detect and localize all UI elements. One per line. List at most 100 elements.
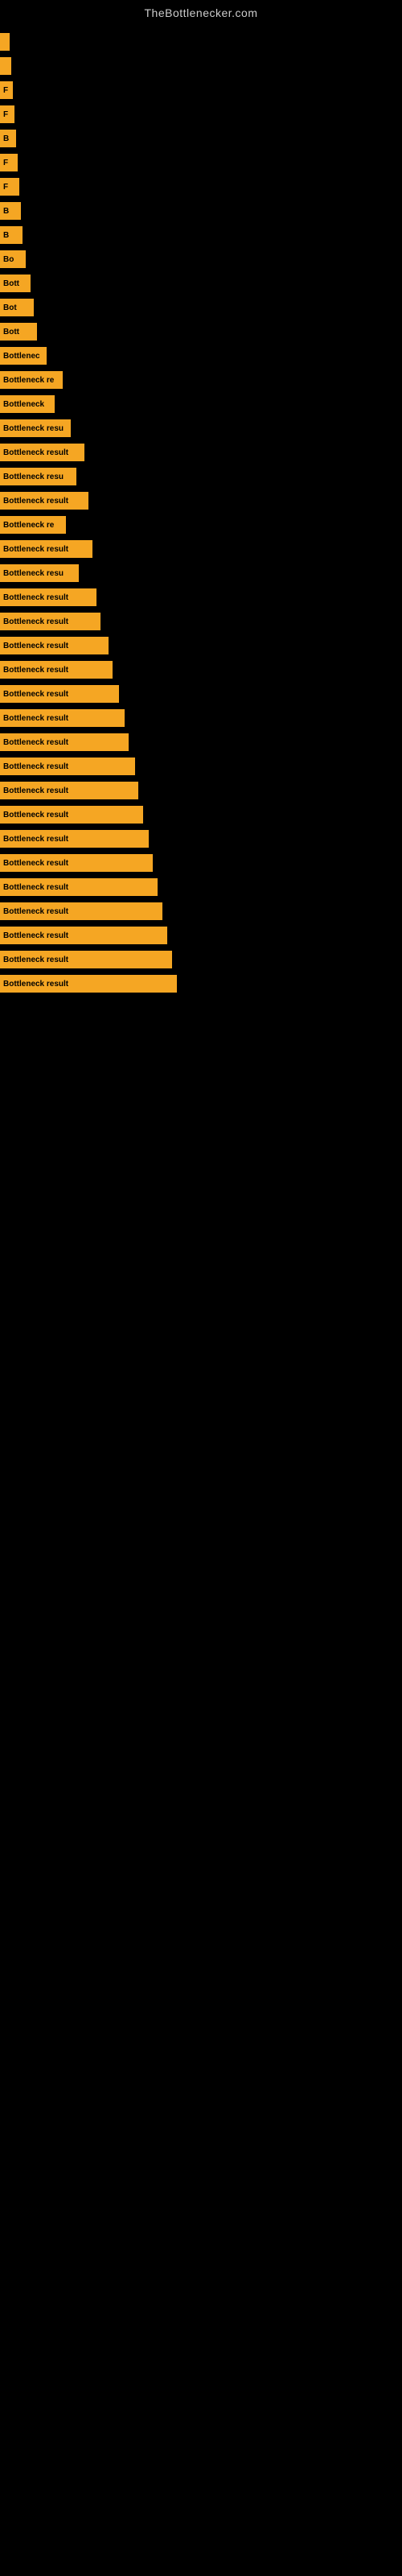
bar-row: Bott [0, 320, 402, 343]
bar-row: Bottleneck result [0, 658, 402, 681]
bar-label: Bottleneck result [3, 642, 68, 650]
bar-item: Bottleneck result [0, 951, 172, 968]
bar-label: Bottleneck resu [3, 473, 64, 481]
bar-item: Bottleneck result [0, 782, 138, 799]
bar-row: Bottleneck resu [0, 562, 402, 584]
bar-row [0, 31, 402, 53]
bar-label: Bottleneck result [3, 593, 68, 602]
bar-row: Bottleneck result [0, 586, 402, 609]
bar-item: Bottleneck result [0, 661, 113, 679]
bar-label: Bottleneck resu [3, 424, 64, 433]
bar-label: Bottleneck result [3, 811, 68, 819]
bar-item: Bottleneck result [0, 758, 135, 775]
bar-label: Bottleneck result [3, 714, 68, 723]
bar-label: Bottleneck result [3, 786, 68, 795]
bar-label: Bo [3, 255, 14, 264]
bar-label: Bottleneck result [3, 931, 68, 940]
bar-item: Bott [0, 275, 31, 292]
bar-label: Bottleneck result [3, 690, 68, 699]
bar-label: Bottleneck result [3, 617, 68, 626]
bar-label: F [3, 86, 8, 95]
bar-item: F [0, 81, 13, 99]
bar-row: Bott [0, 272, 402, 295]
bar-item: Bottleneck [0, 395, 55, 413]
bar-row [0, 55, 402, 77]
bar-row: Bottleneck result [0, 828, 402, 850]
bar-item: Bottleneck result [0, 733, 129, 751]
bar-label: Bottleneck re [3, 521, 54, 530]
bar-row: Bottleneck result [0, 972, 402, 995]
bar-label: Bottleneck result [3, 859, 68, 868]
bar-row: Bottleneck result [0, 779, 402, 802]
bar-item: Bottleneck result [0, 685, 119, 703]
bar-row: Bottlenec [0, 345, 402, 367]
bar-item: Bottleneck result [0, 927, 167, 944]
bar-row: Bottleneck resu [0, 465, 402, 488]
bar-item: Bottleneck re [0, 516, 66, 534]
bar-label: Bottleneck result [3, 883, 68, 892]
bar-row: Bottleneck result [0, 900, 402, 923]
bar-row: Bot [0, 296, 402, 319]
bar-row: Bottleneck resu [0, 417, 402, 440]
bar-label: Bottleneck result [3, 980, 68, 989]
bar-label: Bot [3, 303, 17, 312]
bar-row: F [0, 151, 402, 174]
bar-item: Bottleneck result [0, 806, 143, 824]
bar-item: Bottleneck re [0, 371, 63, 389]
bar-label: F [3, 110, 8, 119]
bar-row: B [0, 127, 402, 150]
bar-row: F [0, 103, 402, 126]
bar-row: B [0, 200, 402, 222]
bar-item: Bottleneck result [0, 902, 162, 920]
bar-row: B [0, 224, 402, 246]
bar-item: B [0, 226, 23, 244]
bar-label: Bottleneck result [3, 738, 68, 747]
bar-row: Bottleneck result [0, 489, 402, 512]
bar-item: Bottleneck result [0, 613, 100, 630]
bar-label: F [3, 183, 8, 192]
bar-row: Bottleneck result [0, 803, 402, 826]
bar-item: Bottleneck resu [0, 468, 76, 485]
bar-row: Bottleneck result [0, 683, 402, 705]
bar-label: Bottleneck result [3, 835, 68, 844]
bar-row: Bottleneck result [0, 441, 402, 464]
bar-row: Bo [0, 248, 402, 270]
bar-row: F [0, 175, 402, 198]
bar-item: Bottleneck result [0, 444, 84, 461]
bar-row: Bottleneck re [0, 369, 402, 391]
bar-item: Bot [0, 299, 34, 316]
bar-label: Bottleneck resu [3, 569, 64, 578]
bar-item: Bottlenec [0, 347, 47, 365]
bar-item: F [0, 178, 19, 196]
bar-item: Bott [0, 323, 37, 341]
bar-item: Bo [0, 250, 26, 268]
bars-container: F F B F F B B Bo Bott Bot Bott Bottlenec Bottleneck … [0, 23, 402, 997]
site-title: TheBottlenecker.com [0, 0, 402, 23]
bar-label: B [3, 207, 9, 216]
bar-label: Bottleneck result [3, 497, 68, 506]
bar-label: Bottleneck result [3, 666, 68, 675]
bar-item: Bottleneck result [0, 830, 149, 848]
bar-row: Bottleneck result [0, 876, 402, 898]
bar-label: B [3, 231, 9, 240]
bar-item: F [0, 154, 18, 171]
bar-item: Bottleneck resu [0, 419, 71, 437]
bar-item: Bottleneck result [0, 709, 125, 727]
bar-label: Bottleneck result [3, 448, 68, 457]
bar-label: Bottleneck re [3, 376, 54, 385]
bar-item: Bottleneck result [0, 854, 153, 872]
bar-row: Bottleneck re [0, 514, 402, 536]
bar-row: Bottleneck result [0, 538, 402, 560]
bar-row: Bottleneck [0, 393, 402, 415]
bar-label: Bott [3, 328, 19, 336]
bar-label: Bottleneck result [3, 545, 68, 554]
bar-row: Bottleneck result [0, 924, 402, 947]
bar-item [0, 57, 11, 75]
bar-item: Bottleneck result [0, 878, 158, 896]
bar-item: B [0, 202, 21, 220]
bar-label: Bottleneck result [3, 956, 68, 964]
bar-row: Bottleneck result [0, 707, 402, 729]
bar-row: Bottleneck result [0, 610, 402, 633]
bar-label: B [3, 134, 9, 143]
bar-label: Bottleneck result [3, 907, 68, 916]
